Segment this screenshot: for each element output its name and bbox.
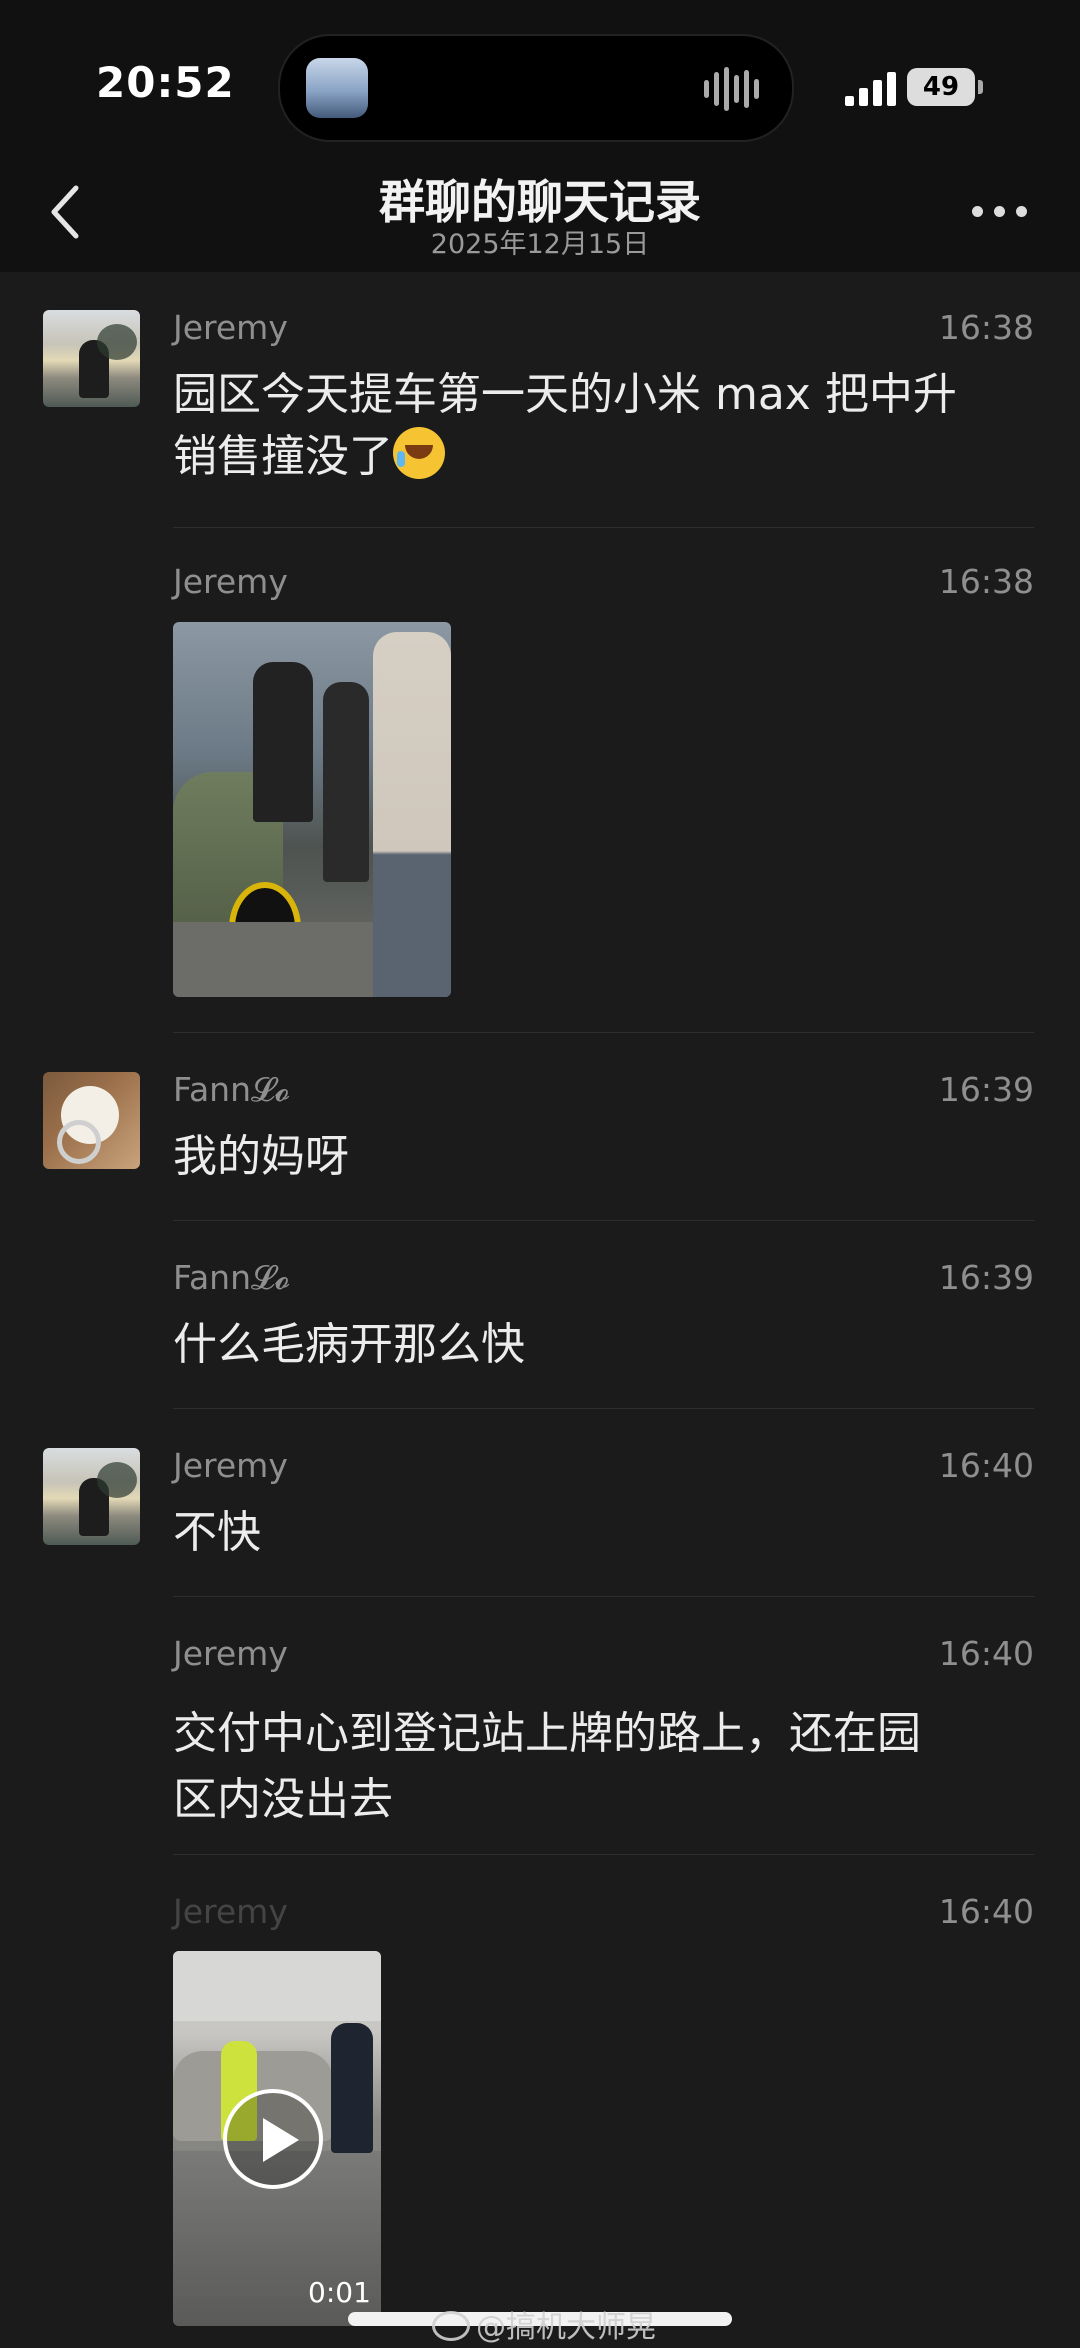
now-playing-artwork: [306, 58, 368, 118]
status-bar: 20:52 49: [0, 0, 1080, 170]
battery-icon: 49: [907, 68, 983, 106]
weibo-logo-icon: [432, 2311, 470, 2341]
message-text[interactable]: 园区今天提车第一天的小米 max 把中升 销售撞没了: [173, 364, 1043, 488]
photo-person: [373, 632, 451, 997]
divider: [173, 1854, 1034, 1855]
sender-name: Jeremy: [173, 1892, 288, 1931]
watermark-text: @搞机大师晃: [476, 2310, 656, 2345]
video-duration: 0:01: [308, 2276, 371, 2309]
video-building: [173, 1951, 381, 2021]
video-attachment[interactable]: 0:01: [173, 1951, 381, 2326]
video-person: [331, 2023, 373, 2153]
avatar[interactable]: [43, 310, 140, 407]
message-text[interactable]: 什么毛病开那么快: [173, 1314, 1043, 1376]
message-time: 16:38: [938, 562, 1034, 601]
sender-name: Jeremy: [173, 1446, 288, 1485]
clock: 20:52: [96, 58, 235, 107]
more-dots-icon[interactable]: [972, 206, 1028, 218]
play-icon[interactable]: [223, 2089, 323, 2189]
sender-name: Jeremy: [173, 562, 288, 601]
message-text[interactable]: 我的妈呀: [173, 1126, 1043, 1188]
message-time: 16:40: [938, 1892, 1034, 1931]
watermark: @搞机大师晃: [432, 2302, 656, 2346]
message-line: 销售撞没了: [173, 426, 1043, 488]
dynamic-island[interactable]: [278, 34, 794, 142]
photo-person: [323, 682, 369, 882]
page-subtitle: 2025年12月15日: [430, 229, 650, 260]
message-line-text: 销售撞没了: [173, 431, 393, 482]
photo-person: [253, 662, 313, 822]
signal-icon: [845, 70, 901, 106]
divider: [173, 527, 1034, 528]
laugh-cry-emoji-icon: [393, 427, 445, 479]
sender-name: Jeremy: [173, 1634, 288, 1673]
audio-wave-icon: [704, 66, 764, 112]
message-text[interactable]: 交付中心到登记站上牌的路上，还在园 区内没出去: [173, 1690, 1043, 1844]
nav-bar: 群聊的聊天记录 2025年12月15日: [0, 170, 1080, 272]
message-time: 16:40: [938, 1446, 1034, 1485]
message-time: 16:39: [938, 1258, 1034, 1297]
sender-name: Fann𝓛𝓸: [173, 1258, 291, 1297]
message-text[interactable]: 不快: [173, 1502, 1043, 1564]
message-time: 16:40: [938, 1634, 1034, 1673]
divider: [173, 1220, 1034, 1221]
avatar[interactable]: [43, 1448, 140, 1545]
divider: [173, 1032, 1034, 1033]
message-time: 16:38: [938, 308, 1034, 347]
avatar[interactable]: [43, 1072, 140, 1169]
divider: [173, 1596, 1034, 1597]
image-attachment[interactable]: [173, 622, 451, 997]
divider: [173, 1408, 1034, 1409]
message-line: 园区今天提车第一天的小米 max 把中升: [173, 369, 957, 420]
sender-name: Fann𝓛𝓸: [173, 1070, 291, 1109]
sender-name: Jeremy: [173, 308, 288, 347]
message-time: 16:39: [938, 1070, 1034, 1109]
